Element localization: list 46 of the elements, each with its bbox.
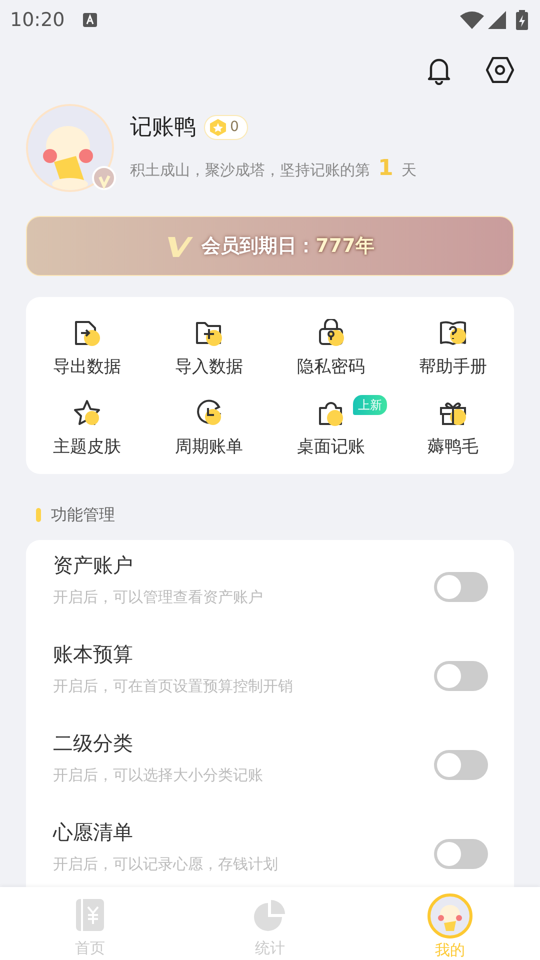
feature-title: 心愿清单 (53, 819, 134, 846)
v-icon (166, 234, 194, 258)
folder-plus-icon (195, 319, 223, 347)
keyboard-icon (82, 13, 97, 27)
star-icon (73, 398, 101, 426)
pie-chart-icon (254, 898, 286, 931)
membership-expiry: 777年 (316, 234, 374, 259)
toggle-switch[interactable] (434, 661, 488, 691)
help-book-icon (439, 319, 467, 347)
membership-label: 会员到期日： (202, 234, 316, 259)
clock-icon (195, 398, 223, 426)
section-marker (36, 508, 41, 522)
coin-count: 0 (230, 118, 239, 137)
settings-icon[interactable] (486, 57, 514, 83)
user-name: 记账鸭 (130, 114, 196, 142)
day-count: 1 (378, 155, 394, 183)
ledger-icon (76, 898, 104, 931)
feature-description: 开启后，可以管理查看资产账户 (53, 587, 263, 608)
new-badge: 上新 (352, 394, 387, 414)
wifi-icon (460, 11, 484, 29)
export-file-icon (73, 319, 101, 347)
battery-icon (516, 10, 528, 30)
tool-button[interactable]: 薅鸭毛 (428, 398, 478, 460)
day-unit: 天 (401, 160, 416, 181)
lock-icon (317, 319, 345, 347)
toggle-switch[interactable] (434, 572, 488, 602)
avatar-icon (427, 893, 473, 939)
toggle-switch[interactable] (434, 839, 488, 869)
section-title: 功能管理 (51, 504, 115, 526)
feature-description: 开启后，可以选择大小分类记账 (53, 765, 263, 786)
feature-title: 账本预算 (53, 641, 134, 668)
feature-description: 开启后，可以记录心愿，存钱计划 (53, 854, 278, 875)
tool-button[interactable]: 帮助手册 (419, 319, 487, 380)
motto-text: 积土成山，聚沙成塔，坚持记账的第 (130, 160, 370, 181)
toggle-switch[interactable] (434, 750, 488, 780)
feature-title: 二级分类 (53, 730, 134, 757)
tool-button[interactable]: 导出数据 (53, 319, 121, 380)
tool-button[interactable]: 隐私密码 (297, 319, 365, 380)
feature-title: 资产账户 (53, 552, 134, 579)
tool-button[interactable]: 导入数据 (175, 319, 243, 380)
clock-text: 10:20 (10, 8, 65, 33)
star-icon (210, 119, 226, 136)
feature-description: 开启后，可在首页设置预算控制开销 (53, 676, 293, 697)
signal-icon (488, 11, 506, 29)
tool-button[interactable]: 主题皮肤 (53, 398, 121, 460)
tool-button[interactable]: 周期账单 (175, 398, 243, 460)
